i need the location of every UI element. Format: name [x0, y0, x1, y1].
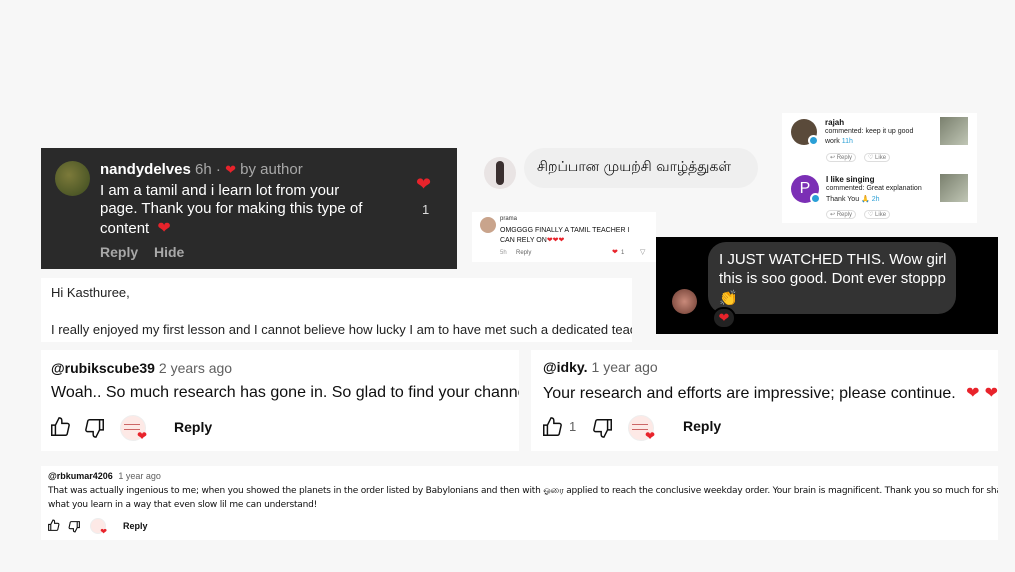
- comment-text-line: CAN RELY ON❤❤❤: [500, 236, 565, 244]
- comment-text-line: That was actually ingenious to me; when …: [48, 486, 998, 496]
- timestamp: 1 year ago: [591, 359, 658, 375]
- heart-icon: ❤: [644, 429, 655, 443]
- avatar[interactable]: [480, 217, 496, 233]
- like-count: 1: [621, 250, 625, 256]
- avatar[interactable]: [672, 289, 697, 314]
- reply-button[interactable]: ↩ Reply: [826, 153, 857, 162]
- timestamp: 1 year ago: [118, 471, 161, 481]
- username[interactable]: prama: [500, 216, 517, 222]
- story-reply-card: I JUST WATCHED THIS. Wow girl this is so…: [656, 237, 998, 334]
- message-text-line: I JUST WATCHED THIS. Wow girl: [719, 251, 947, 268]
- thumbs-down-icon[interactable]: [84, 417, 106, 439]
- like-count: 1: [422, 202, 430, 217]
- comment-header: @idky. 1 year ago: [543, 359, 658, 377]
- comment-text-line: commented: Great explanation: [826, 185, 922, 192]
- heart-icon: ❤: [718, 311, 730, 326]
- timestamp: 2 years ago: [158, 360, 233, 376]
- message-text-line: this is soo good. Dont ever stoppp: [719, 270, 946, 287]
- message-text: சிறப்பான முயற்சி வாழ்த்துகள்: [537, 159, 731, 175]
- thumbs-up-icon[interactable]: [49, 416, 71, 438]
- avatar[interactable]: [55, 161, 90, 196]
- post-thumbnail[interactable]: [940, 174, 968, 202]
- username[interactable]: nandydelves: [100, 161, 191, 178]
- commenter-name[interactable]: rajah: [825, 118, 844, 127]
- reaction-badge[interactable]: ❤: [712, 307, 736, 329]
- comment-text-line: Thank You 🙏 2h: [826, 195, 880, 203]
- comment-text-line: content ❤: [100, 218, 171, 237]
- reply-button[interactable]: ↩ Reply: [826, 210, 857, 219]
- heart-icon: ❤: [225, 163, 236, 178]
- instagram-comment-card: nandydelves 6h · ❤ by author I am a tami…: [41, 148, 457, 269]
- comment-header: nandydelves 6h · ❤ by author: [100, 161, 303, 178]
- email-body: I really enjoyed my first lesson and I c…: [51, 322, 632, 337]
- heart-icon[interactable]: ❤: [612, 248, 618, 256]
- comment-text-line: commented: keep it up good: [825, 128, 914, 135]
- youtube-comment-card: @rbkumar4206 1 year ago That was actuall…: [41, 466, 998, 540]
- thumbs-down-icon[interactable]: [592, 417, 614, 439]
- prama-comment-card: prama OMGGGG FINALLY A TAMIL TEACHER I C…: [472, 212, 656, 262]
- email-greeting: Hi Kasthuree,: [51, 285, 130, 300]
- verified-badge-icon: [808, 135, 819, 146]
- thumbs-down-icon[interactable]: [68, 520, 81, 533]
- like-button[interactable]: ♡ Like: [864, 153, 891, 162]
- heart-icon: ❤: [157, 218, 171, 237]
- thumbs-up-icon[interactable]: [47, 519, 60, 532]
- heart-icon: ❤: [136, 429, 147, 443]
- comment-text: Woah.. So much research has gone in. So …: [51, 384, 519, 401]
- comment-text-line: what you learn in a way that even slow l…: [48, 500, 318, 510]
- reply-button[interactable]: Reply: [123, 521, 148, 531]
- reply-button[interactable]: Reply: [174, 419, 212, 435]
- commenter-name[interactable]: I like singing: [826, 175, 874, 184]
- youtube-comment-card: @idky. 1 year ago Your research and effor…: [531, 350, 998, 451]
- thumbs-up-icon[interactable]: [541, 416, 563, 438]
- username[interactable]: @idky.: [543, 359, 588, 375]
- tamil-comment-card: சிறப்பான முயற்சி வாழ்த்துகள்: [476, 140, 766, 206]
- post-thumbnail[interactable]: [940, 117, 968, 145]
- folded-hands-emoji: 🙏: [861, 195, 870, 203]
- by-author-label: by author: [240, 161, 303, 178]
- heart-icon: ❤: [100, 527, 107, 536]
- creator-heart-avatar: ❤: [120, 415, 147, 443]
- verified-badge-icon: [810, 193, 821, 204]
- comment-text-line: work 11h: [825, 138, 853, 145]
- username[interactable]: @rbkumar4206: [48, 471, 113, 481]
- hide-button[interactable]: Hide: [154, 244, 184, 260]
- notification-card: rajah commented: keep it up good work 11…: [782, 113, 977, 223]
- clapping-hands-emoji: 👏: [719, 289, 738, 307]
- avatar[interactable]: [484, 157, 516, 189]
- email-excerpt-card: Hi Kasthuree, I really enjoyed my first …: [41, 278, 632, 342]
- reply-button[interactable]: Reply: [516, 250, 531, 256]
- thumbs-down-icon[interactable]: ▽: [640, 248, 645, 256]
- comment-text-line: page. Thank you for making this type of: [100, 200, 363, 217]
- username[interactable]: @rubikscube39: [51, 360, 155, 376]
- comment-text-line: OMGGGG FINALLY A TAMIL TEACHER I: [500, 227, 630, 234]
- heart-icon: ❤❤❤: [546, 236, 565, 244]
- creator-heart-avatar: ❤: [628, 415, 655, 443]
- timestamp: 5h: [500, 250, 507, 256]
- like-heart-icon[interactable]: ❤: [416, 174, 431, 195]
- comment-header: @rbkumar4206 1 year ago: [48, 471, 161, 481]
- creator-heart-avatar: ❤: [90, 518, 107, 536]
- reply-button[interactable]: Reply: [683, 418, 721, 434]
- timestamp: 6h: [195, 161, 212, 178]
- youtube-comment-card: @rubikscube39 2 years ago Woah.. So much …: [41, 350, 519, 451]
- message-bubble: I JUST WATCHED THIS. Wow girl this is so…: [708, 242, 956, 314]
- like-button[interactable]: ♡ Like: [864, 210, 891, 219]
- reply-button[interactable]: Reply: [100, 244, 138, 260]
- heart-icon: ❤ ❤: [966, 383, 998, 402]
- comment-text-line: I am a tamil and i learn lot from your: [100, 182, 340, 199]
- comment-header: @rubikscube39 2 years ago: [51, 360, 232, 378]
- comment-text: Your research and efforts are impressive…: [543, 383, 998, 402]
- message-bubble: சிறப்பான முயற்சி வாழ்த்துகள்: [524, 148, 758, 188]
- like-count: 1: [569, 419, 577, 434]
